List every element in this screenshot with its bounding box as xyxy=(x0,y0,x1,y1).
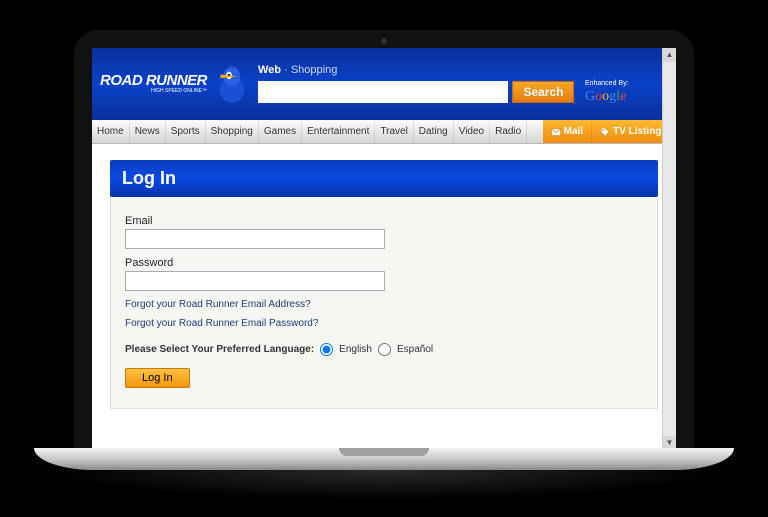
login-form: Email Password Forgot your Road Runner E… xyxy=(110,197,658,409)
login-button[interactable]: Log In xyxy=(125,368,190,388)
email-label: Email xyxy=(125,215,643,227)
google-logo: Google xyxy=(585,89,626,104)
laptop-notch xyxy=(339,448,429,456)
language-prompt: Please Select Your Preferred Language: xyxy=(125,344,314,355)
nav-sports[interactable]: Sports xyxy=(166,120,206,143)
search-tabs: Web · Shopping xyxy=(258,64,668,76)
forgot-password-link[interactable]: Forgot your Road Runner Email Password? xyxy=(125,318,643,329)
nav-video[interactable]: Video xyxy=(454,120,490,143)
nav-shopping[interactable]: Shopping xyxy=(206,120,259,143)
laptop-reflection xyxy=(44,470,724,500)
enhanced-by: Enhanced By: Google xyxy=(585,80,629,105)
scroll-up-button[interactable]: ▲ xyxy=(663,48,676,62)
lang-english-radio[interactable] xyxy=(320,343,333,356)
mail-icon xyxy=(551,127,561,137)
nav-home[interactable]: Home xyxy=(92,120,130,143)
logo-text: ROAD RUNNER xyxy=(100,74,207,88)
search-input[interactable] xyxy=(258,81,508,103)
lang-spanish-radio[interactable] xyxy=(378,343,391,356)
lang-spanish-label: Español xyxy=(397,344,433,355)
password-field[interactable] xyxy=(125,271,385,291)
login-title: Log In xyxy=(110,160,658,197)
forgot-email-link[interactable]: Forgot your Road Runner Email Address? xyxy=(125,299,643,310)
nav-dating[interactable]: Dating xyxy=(414,120,454,143)
nav-radio[interactable]: Radio xyxy=(490,120,527,143)
main-nav: Home News Sports Shopping Games Entertai… xyxy=(92,120,676,144)
nav-entertainment[interactable]: Entertainment xyxy=(302,120,375,143)
site-header: ROAD RUNNER HIGH SPEED ONLINE™ Web · Sho… xyxy=(92,48,676,120)
nav-games[interactable]: Games xyxy=(259,120,302,143)
nav-news[interactable]: News xyxy=(130,120,166,143)
nav-travel[interactable]: Travel xyxy=(375,120,413,143)
vertical-scrollbar[interactable]: ▲ ▼ xyxy=(662,48,676,450)
nav-mail[interactable]: Mail xyxy=(543,120,592,143)
logo[interactable]: ROAD RUNNER HIGH SPEED ONLINE™ xyxy=(100,62,250,106)
search-tab-web[interactable]: Web xyxy=(258,64,281,76)
search-button[interactable]: Search xyxy=(512,81,574,103)
search-tab-shopping[interactable]: Shopping xyxy=(291,64,338,76)
roadrunner-mascot-icon xyxy=(211,62,249,106)
lang-english-label: English xyxy=(339,344,372,355)
tag-icon xyxy=(600,127,610,137)
email-field[interactable] xyxy=(125,229,385,249)
laptop-base xyxy=(34,448,734,470)
password-label: Password xyxy=(125,257,643,269)
laptop-camera xyxy=(381,38,387,44)
